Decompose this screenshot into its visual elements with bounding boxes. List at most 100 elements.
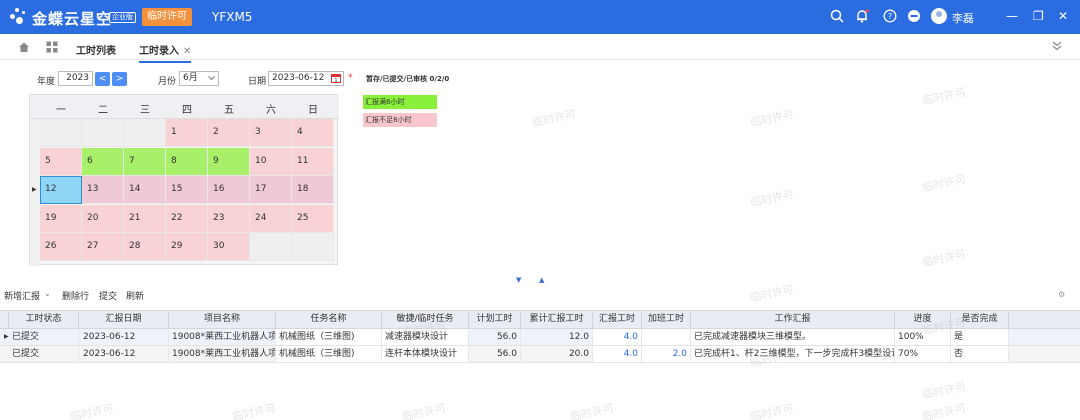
calendar-day[interactable]: 13 <box>82 176 124 205</box>
column-header[interactable]: 敏捷/临时任务 <box>382 311 469 330</box>
table-cell[interactable]: 56.0 <box>469 346 521 362</box>
help-icon[interactable]: ? <box>882 9 898 25</box>
calendar-day[interactable]: 10 <box>250 147 292 176</box>
calendar-day[interactable]: 19 <box>40 204 82 233</box>
chevron-down-icon[interactable]: ⌄ <box>44 289 51 298</box>
table-cell[interactable]: 机械图纸（三维图) <box>276 329 382 345</box>
column-header[interactable]: 汇报日期 <box>79 311 169 330</box>
submit-button[interactable]: 提交 <box>99 289 117 302</box>
table-cell[interactable]: 是 <box>951 329 1009 345</box>
column-header[interactable]: 加班工时 <box>642 311 691 330</box>
calendar-day[interactable]: 24 <box>250 204 292 233</box>
column-header[interactable]: 汇报工时 <box>593 311 642 330</box>
apps-grid-icon[interactable] <box>46 41 58 56</box>
settings-icon[interactable]: ⚙ <box>1058 290 1065 299</box>
table-cell[interactable]: 19008*莱西工业机器人项目 <box>169 329 276 345</box>
table-cell[interactable]: 12.0 <box>521 329 593 345</box>
calendar-day[interactable]: 8 <box>166 147 208 176</box>
table-cell[interactable]: 已提交 <box>9 346 79 362</box>
add-report-button[interactable]: 新增汇报 <box>4 289 40 302</box>
table-cell[interactable]: 2023-06-12 <box>79 346 169 362</box>
refresh-button[interactable]: 刷新 <box>126 289 144 302</box>
delete-row-button[interactable]: 删除行 <box>62 289 89 302</box>
close-icon[interactable]: ✕ <box>1058 9 1068 23</box>
calendar-day[interactable]: 9 <box>208 147 250 176</box>
table-cell[interactable]: 减速器模块设计 <box>382 329 469 345</box>
search-icon[interactable] <box>829 9 845 25</box>
calendar-day[interactable]: 3 <box>250 119 292 147</box>
table-cell[interactable]: 100% <box>895 329 951 345</box>
minus-circle-icon[interactable] <box>906 9 922 25</box>
calendar-day[interactable]: 30 <box>208 233 250 262</box>
calendar-day[interactable]: 29 <box>166 233 208 262</box>
table-cell[interactable]: 2.0 <box>642 346 691 362</box>
license-button[interactable]: 临时许可 <box>142 8 192 26</box>
table-cell[interactable]: 56.0 <box>469 329 521 345</box>
double-chevron-down-icon[interactable] <box>1051 40 1063 55</box>
table-cell[interactable]: 否 <box>951 346 1009 362</box>
home-icon[interactable] <box>18 41 30 56</box>
calendar-icon[interactable]: 1 <box>331 73 341 88</box>
year-input[interactable]: 2023 <box>58 71 93 86</box>
table-cell[interactable]: 已完成杆1、杆2三维模型，下一步完成杆3模型设计 <box>691 346 895 362</box>
minimize-icon[interactable]: — <box>1006 9 1018 23</box>
calendar-day[interactable]: 12 <box>40 176 82 205</box>
table-cell[interactable]: 19008*莱西工业机器人项目 <box>169 346 276 362</box>
table-cell[interactable]: 20.0 <box>521 346 593 362</box>
tenant-name[interactable]: YFXM5 <box>212 10 252 24</box>
column-header[interactable]: 累计汇报工时 <box>521 311 593 330</box>
calendar-day[interactable]: 2 <box>208 119 250 147</box>
column-header[interactable]: 工作汇报 <box>691 311 895 330</box>
calendar-day[interactable]: 26 <box>40 233 82 262</box>
table-cell[interactable]: 4.0 <box>593 346 642 362</box>
calendar-day[interactable]: 27 <box>82 233 124 262</box>
calendar-day[interactable]: 15 <box>166 176 208 205</box>
calendar-day[interactable]: 20 <box>82 204 124 233</box>
calendar-day[interactable]: 17 <box>250 176 292 205</box>
watermark-text: 临时许可 <box>921 247 967 270</box>
table-cell[interactable] <box>642 329 691 345</box>
table-row[interactable]: 已提交 2023-06-12 19008*莱西工业机器人项目 机械图纸（三维图)… <box>0 346 1080 363</box>
column-header[interactable]: 计划工时 <box>469 311 521 330</box>
prev-year-button[interactable]: < <box>95 72 110 86</box>
calendar-day[interactable]: 22 <box>166 204 208 233</box>
table-cell[interactable]: 已提交 <box>9 329 79 345</box>
calendar-day[interactable]: 7 <box>124 147 166 176</box>
next-year-button[interactable]: > <box>112 72 127 86</box>
calendar-day[interactable]: 14 <box>124 176 166 205</box>
restore-icon[interactable]: ❐ <box>1033 9 1044 23</box>
calendar-day[interactable]: 23 <box>208 204 250 233</box>
month-select[interactable]: 6月 <box>179 71 219 86</box>
calendar-day[interactable]: 1 <box>166 119 208 147</box>
avatar[interactable] <box>931 8 947 24</box>
collapse-down-icon[interactable]: ▼ <box>516 276 521 284</box>
table-cell[interactable]: 连杆本体模块设计 <box>382 346 469 362</box>
calendar-day[interactable]: 21 <box>124 204 166 233</box>
column-header[interactable]: 任务名称 <box>276 311 382 330</box>
calendar-day[interactable]: 6 <box>82 147 124 176</box>
collapse-up-icon[interactable]: ▲ <box>539 276 544 284</box>
calendar-day[interactable]: 18 <box>292 176 334 205</box>
column-header[interactable]: 进度 <box>895 311 951 330</box>
calendar-day[interactable]: 5 <box>40 147 82 176</box>
calendar-day[interactable]: 11 <box>292 147 334 176</box>
calendar-day[interactable]: 28 <box>124 233 166 262</box>
table-cell[interactable]: 70% <box>895 346 951 362</box>
table-row[interactable]: ▶ 已提交 2023-06-12 19008*莱西工业机器人项目 机械图纸（三维… <box>0 329 1080 346</box>
table-cell[interactable]: 已完成减速器模块三维模型。 <box>691 329 895 345</box>
bell-icon[interactable] <box>854 9 870 25</box>
calendar-day[interactable]: 25 <box>292 204 334 233</box>
column-header[interactable]: 是否完成 <box>951 311 1009 330</box>
tab-worklog-entry[interactable]: 工时录入 ✕ <box>139 42 192 63</box>
tab-close-icon[interactable]: ✕ <box>183 46 191 57</box>
table-cell[interactable]: 2023-06-12 <box>79 329 169 345</box>
table-cell[interactable]: 4.0 <box>593 329 642 345</box>
calendar-day[interactable]: 16 <box>208 176 250 205</box>
table-cell[interactable]: 机械图纸（三维图) <box>276 346 382 362</box>
username[interactable]: 李磊 <box>952 10 974 26</box>
tab-worklog-list[interactable]: 工时列表 <box>76 42 116 57</box>
column-header[interactable]: 工时状态 <box>9 311 79 330</box>
date-input[interactable]: 2023-06-12 1 <box>268 71 344 86</box>
column-header[interactable]: 项目名称 <box>169 311 276 330</box>
calendar-day[interactable]: 4 <box>292 119 334 147</box>
